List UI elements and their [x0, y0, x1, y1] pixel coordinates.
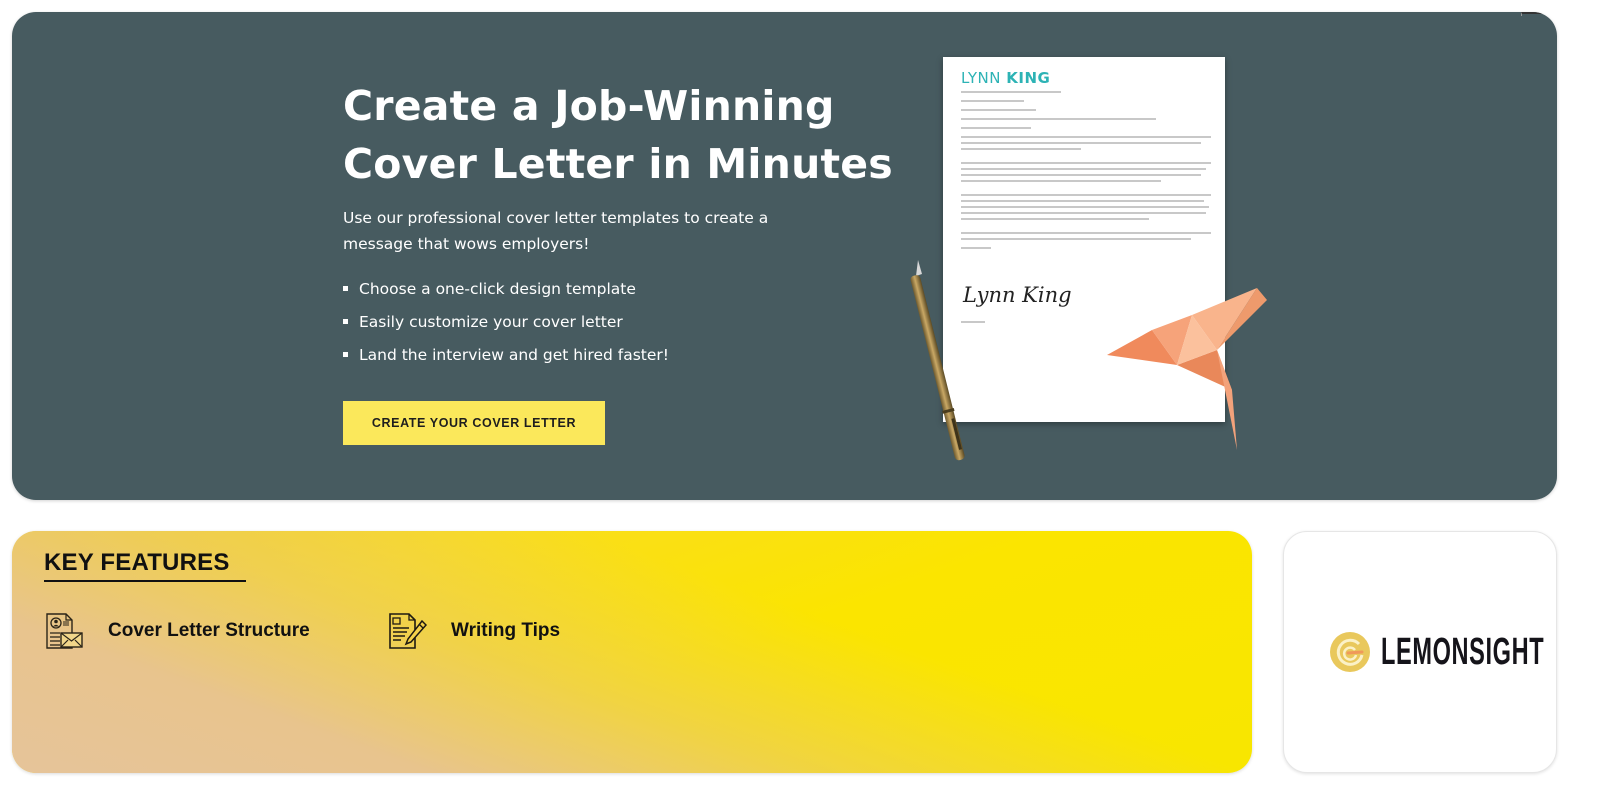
bullet-icon: [343, 352, 348, 357]
letter-first-name: LYNN: [961, 69, 1001, 87]
hero-subtitle: Use our professional cover letter templa…: [343, 209, 769, 253]
feature-label: Cover Letter Structure: [108, 620, 310, 641]
letter-sender-name: LYNN KING: [961, 69, 1050, 87]
hero-title-line-1: Create a Job-Winning: [343, 82, 835, 130]
corner-marker: [1521, 12, 1557, 16]
feature-label: Writing Tips: [451, 620, 561, 641]
letter-signature: Lynn King: [963, 283, 1072, 307]
feature-cover-letter-structure[interactable]: Cover Letter Structure: [44, 609, 310, 653]
writing-pen-document-icon: [389, 613, 427, 649]
benefit-text: Land the interview and get hired faster!: [359, 345, 669, 364]
bullet-icon: [343, 286, 348, 291]
benefit-text: Easily customize your cover letter: [359, 312, 623, 331]
key-features-panel: KEY FEATURES Cover Letter Structure Writ…: [12, 531, 1252, 773]
benefit-item: Choose a one-click design template: [343, 272, 669, 305]
hero-title: Create a Job-Winning Cover Letter in Min…: [343, 77, 943, 193]
hero-benefits-list: Choose a one-click design template Easil…: [343, 272, 669, 371]
key-features-title: KEY FEATURES: [44, 549, 230, 576]
hero-banner: Create a Job-Winning Cover Letter in Min…: [12, 12, 1557, 500]
sponsor-name: LEMONSIGHT: [1381, 630, 1545, 673]
create-cover-letter-button[interactable]: CREATE YOUR COVER LETTER: [343, 401, 605, 445]
feature-writing-tips[interactable]: Writing Tips: [387, 609, 560, 653]
benefit-item: Easily customize your cover letter: [343, 305, 669, 338]
sponsor-logo-card[interactable]: LEMONSIGHT: [1283, 531, 1557, 773]
origami-bird-icon: [1107, 288, 1267, 450]
hero-title-line-2: Cover Letter in Minutes: [343, 140, 893, 188]
bullet-icon: [343, 319, 348, 324]
lemon-spiral-icon: [1330, 632, 1370, 672]
title-underline: [44, 580, 246, 582]
fountain-pen-icon: [910, 260, 965, 461]
letter-last-name: KING: [1006, 69, 1051, 87]
letter-body-text: [961, 91, 1211, 256]
benefit-text: Choose a one-click design template: [359, 279, 636, 298]
benefit-item: Land the interview and get hired faster!: [343, 338, 669, 371]
cover-letter-document-icon: [46, 613, 83, 649]
